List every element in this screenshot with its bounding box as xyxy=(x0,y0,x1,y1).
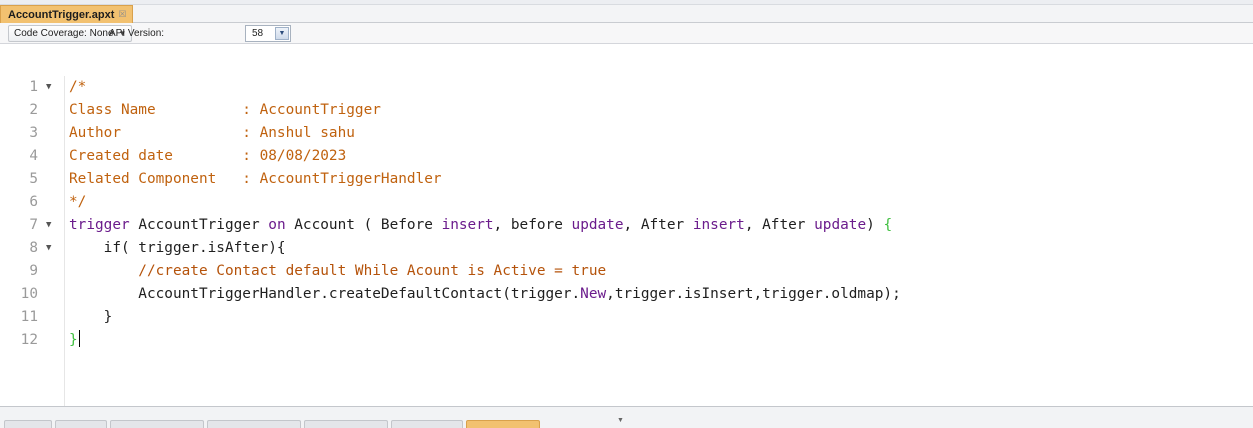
bottom-tab[interactable] xyxy=(55,420,107,428)
toolbar-row: Code Coverage: None ▼ API Version: 58 ▼ xyxy=(0,23,1253,44)
fold-toggle-icon[interactable]: ▼ xyxy=(46,237,51,260)
bottom-tab[interactable] xyxy=(304,420,388,428)
code-line: 1 ▼ /* xyxy=(0,76,1253,99)
code-line: 10 AccountTriggerHandler.createDefaultCo… xyxy=(0,283,1253,306)
bottom-tab[interactable] xyxy=(4,420,52,428)
line-number: 4 xyxy=(29,148,38,164)
panel-splitter[interactable]: ▼ xyxy=(617,409,635,424)
bottom-tab[interactable] xyxy=(391,420,463,428)
tab-label: AccountTrigger.apxt xyxy=(8,8,115,21)
code-line: 7 ▼ trigger AccountTrigger on Account ( … xyxy=(0,214,1253,237)
close-icon[interactable]: ☒ xyxy=(118,10,126,19)
code-text: /* xyxy=(69,79,87,95)
code-text: */ xyxy=(69,194,87,210)
fold-toggle-icon[interactable]: ▼ xyxy=(46,214,51,237)
code-text: Created date : 08/08/2023 xyxy=(69,148,347,164)
code-text: trigger AccountTrigger on Account ( Befo… xyxy=(69,217,893,233)
line-number: 1 xyxy=(29,79,38,95)
line-number: 5 xyxy=(29,171,38,187)
code-line: 3 Author : Anshul sahu xyxy=(0,122,1253,145)
chevron-down-icon[interactable]: ▼ xyxy=(617,417,624,424)
code-line: 11 } xyxy=(0,306,1253,329)
code-line: 5 Related Component : AccountTriggerHand… xyxy=(0,168,1253,191)
line-number: 2 xyxy=(29,102,38,118)
bottom-tab[interactable] xyxy=(110,420,204,428)
code-text: Author : Anshul sahu xyxy=(69,125,355,141)
editor-toolbar: Code Coverage: None ▼ API Version: 58 ▼ xyxy=(0,23,1253,65)
line-number: 3 xyxy=(29,125,38,141)
code-text: //create Contact default While Acount is… xyxy=(69,263,607,279)
line-number: 8 xyxy=(29,240,38,256)
code-text: AccountTriggerHandler.createDefaultConta… xyxy=(69,286,901,302)
api-version-select[interactable]: 58 ▼ xyxy=(245,25,291,42)
code-line: 2 Class Name : AccountTrigger xyxy=(0,99,1253,122)
api-version-label: API Version: xyxy=(109,28,165,39)
text-cursor xyxy=(78,330,80,347)
code-text: Class Name : AccountTrigger xyxy=(69,102,381,118)
code-line: 12 } xyxy=(0,329,1253,352)
line-number: 10 xyxy=(20,286,38,302)
code-coverage-label: Code Coverage: None xyxy=(14,28,114,39)
toolbar-spacer xyxy=(0,44,1253,65)
line-number: 9 xyxy=(29,263,38,279)
chevron-down-icon[interactable]: ▼ xyxy=(275,27,289,40)
code-line: 6 */ xyxy=(0,191,1253,214)
code-text: } xyxy=(69,329,80,352)
code-text: if( trigger.isAfter){ xyxy=(69,240,286,256)
code-editor[interactable]: 1 ▼ /* 2 Class Name : AccountTrigger 3 A… xyxy=(0,76,1253,406)
code-text: Related Component : AccountTriggerHandle… xyxy=(69,171,442,187)
tab-account-trigger[interactable]: AccountTrigger.apxt ☒ xyxy=(0,5,134,23)
code-line: 4 Created date : 08/08/2023 xyxy=(0,145,1253,168)
bottom-tab-active[interactable] xyxy=(466,420,540,428)
fold-toggle-icon[interactable]: ▼ xyxy=(46,76,51,99)
code-line: 8 ▼ if( trigger.isAfter){ xyxy=(0,237,1253,260)
closing-brace: } xyxy=(69,332,78,348)
line-number: 11 xyxy=(20,309,38,325)
code-text: } xyxy=(69,309,113,325)
code-line: 9 //create Contact default While Acount … xyxy=(0,260,1253,283)
line-number: 12 xyxy=(20,332,38,348)
line-number: 7 xyxy=(29,217,38,233)
line-number: 6 xyxy=(29,194,38,210)
bottom-tab[interactable] xyxy=(207,420,301,428)
editor-tab-bar: AccountTrigger.apxt ☒ xyxy=(0,5,1253,23)
api-version-value: 58 xyxy=(252,28,264,39)
